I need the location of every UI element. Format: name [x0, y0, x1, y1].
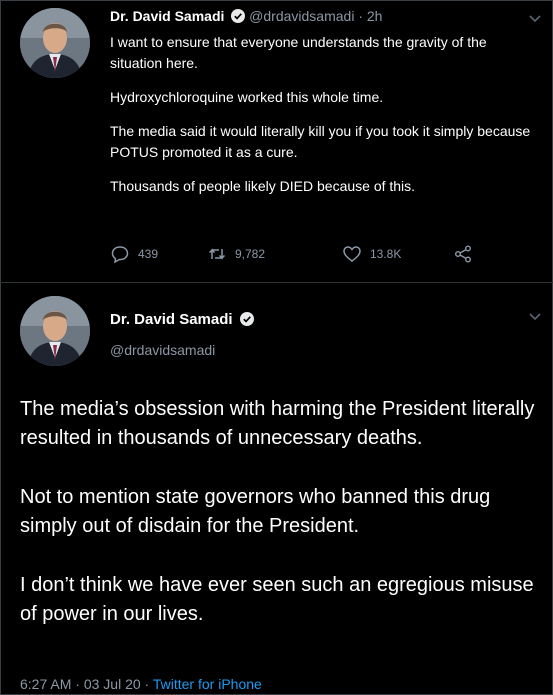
- tweet-paragraph: I don’t think we have ever seen such an …: [20, 574, 534, 625]
- tweet-date[interactable]: 03 Jul 20: [84, 676, 141, 692]
- tweet-header: Dr. David Samadi @drdavidsamadi · 2h: [110, 8, 382, 24]
- author-name[interactable]: Dr. David Samadi: [110, 311, 233, 328]
- author-handle[interactable]: @drdavidsamadi: [249, 8, 354, 24]
- tweet-time[interactable]: 6:27 AM: [20, 676, 71, 692]
- retweet-button[interactable]: 9,782: [207, 244, 265, 264]
- avatar[interactable]: [20, 296, 90, 366]
- like-button[interactable]: 13.8K: [342, 244, 401, 264]
- like-count: 13.8K: [370, 247, 402, 261]
- tweet-paragraph: The media said it would literally kill y…: [110, 123, 531, 160]
- tweet-divider: [0, 282, 553, 283]
- retweet-icon: [208, 248, 226, 260]
- retweet-count: 9,782: [235, 247, 266, 261]
- separator: ·: [358, 8, 363, 24]
- tweet-2-header: Dr. David Samadi: [110, 311, 254, 328]
- chevron-down-icon[interactable]: [528, 14, 542, 24]
- tweet-paragraph: The media’s obsession with harming the P…: [20, 398, 535, 449]
- share-button[interactable]: [453, 244, 473, 264]
- heart-icon: [343, 246, 361, 262]
- reply-count: 439: [138, 247, 159, 261]
- avatar[interactable]: [20, 8, 90, 78]
- tweet-paragraph: Thousands of people likely DIED because …: [110, 178, 416, 194]
- tweet-metadata: 6:27 AM · 03 Jul 20 · Twitter for iPhone: [20, 676, 262, 692]
- tweet-time[interactable]: 2h: [367, 8, 383, 24]
- chevron-down-icon[interactable]: [528, 312, 542, 322]
- tweet-source-link[interactable]: Twitter for iPhone: [153, 676, 262, 692]
- share-icon: [455, 245, 471, 263]
- verified-badge-icon: [239, 312, 254, 326]
- tweet-1[interactable]: Dr. David Samadi @drdavidsamadi · 2h I w…: [0, 0, 553, 282]
- author-name[interactable]: Dr. David Samadi: [110, 8, 224, 24]
- author-handle[interactable]: @drdavidsamadi: [110, 342, 215, 358]
- tweet-text: The media’s obsession with harming the P…: [20, 395, 540, 659]
- separator: ·: [75, 676, 80, 692]
- separator: ·: [144, 676, 150, 692]
- verified-badge-icon: [231, 9, 246, 23]
- tweet-text: I want to ensure that everyone understan…: [110, 32, 535, 210]
- tweet-paragraph: Hydroxychloroquine worked this whole tim…: [110, 89, 384, 105]
- reply-button[interactable]: 439: [110, 244, 158, 264]
- reply-icon: [111, 246, 129, 264]
- tweet-paragraph: I want to ensure that everyone understan…: [110, 34, 487, 71]
- tweet-paragraph: Not to mention state governors who banne…: [20, 486, 491, 537]
